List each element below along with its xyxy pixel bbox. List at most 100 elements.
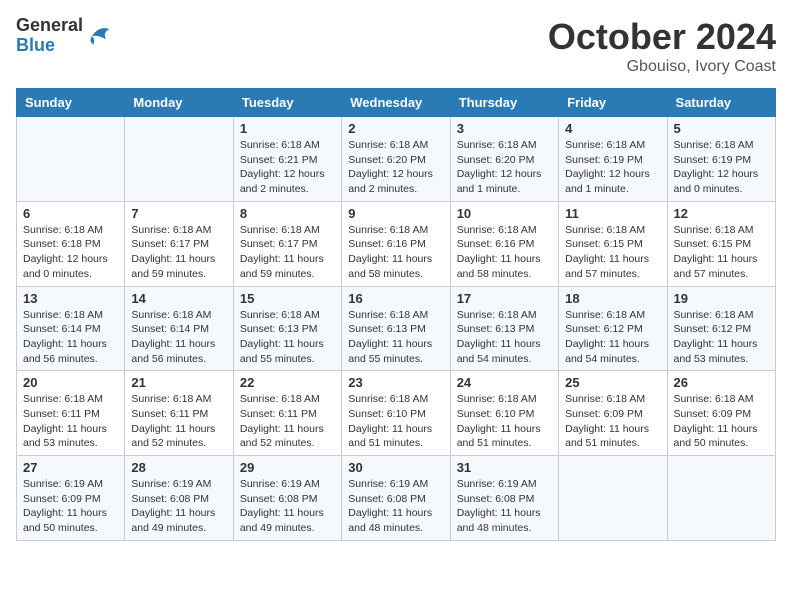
day-info: Sunrise: 6:18 AM Sunset: 6:17 PM Dayligh… [131, 223, 226, 282]
day-number: 8 [240, 206, 335, 221]
day-number: 21 [131, 375, 226, 390]
day-info: Sunrise: 6:18 AM Sunset: 6:09 PM Dayligh… [565, 392, 660, 451]
day-info: Sunrise: 6:18 AM Sunset: 6:13 PM Dayligh… [240, 308, 335, 367]
day-number: 29 [240, 460, 335, 475]
day-info: Sunrise: 6:19 AM Sunset: 6:08 PM Dayligh… [240, 477, 335, 536]
day-info: Sunrise: 6:18 AM Sunset: 6:17 PM Dayligh… [240, 223, 335, 282]
calendar-cell: 12 Sunrise: 6:18 AM Sunset: 6:15 PM Dayli… [667, 201, 775, 286]
calendar-cell [559, 456, 667, 541]
logo-text: General Blue [16, 16, 83, 56]
day-number: 20 [23, 375, 118, 390]
calendar-cell: 7Sunrise: 6:18 AM Sunset: 6:17 PM Daylig… [125, 201, 233, 286]
calendar-cell: 16Sunrise: 6:18 AM Sunset: 6:13 PM Dayli… [342, 286, 450, 371]
weekday-header-monday: Monday [125, 89, 233, 117]
calendar-cell: 24 Sunrise: 6:18 AM Sunset: 6:10 PM Dayli… [450, 371, 558, 456]
calendar-cell: 11 Sunrise: 6:18 AM Sunset: 6:15 PM Dayli… [559, 201, 667, 286]
day-number: 31 [457, 460, 552, 475]
calendar-cell: 28 Sunrise: 6:19 AM Sunset: 6:08 PM Dayli… [125, 456, 233, 541]
logo-line2: Blue [16, 36, 83, 56]
weekday-header-wednesday: Wednesday [342, 89, 450, 117]
day-number: 23 [348, 375, 443, 390]
day-info: Sunrise: 6:18 AM Sunset: 6:19 PM Dayligh… [565, 138, 660, 197]
calendar-cell: 23 Sunrise: 6:18 AM Sunset: 6:10 PM Dayli… [342, 371, 450, 456]
day-info: Sunrise: 6:18 AM Sunset: 6:10 PM Dayligh… [457, 392, 552, 451]
day-number: 10 [457, 206, 552, 221]
title-block: October 2024 Gbouiso, Ivory Coast [548, 16, 776, 76]
calendar-cell: 20 Sunrise: 6:18 AM Sunset: 6:11 PM Dayli… [17, 371, 125, 456]
day-number: 1 [240, 121, 335, 136]
day-info: Sunrise: 6:18 AM Sunset: 6:15 PM Dayligh… [565, 223, 660, 282]
day-info: Sunrise: 6:18 AM Sunset: 6:15 PM Dayligh… [674, 223, 769, 282]
page-header: General Blue October 2024 Gbouiso, Ivory… [16, 16, 776, 76]
calendar-cell: 14 Sunrise: 6:18 AM Sunset: 6:14 PM Dayli… [125, 286, 233, 371]
calendar-cell: 30 Sunrise: 6:19 AM Sunset: 6:08 PM Dayli… [342, 456, 450, 541]
day-number: 24 [457, 375, 552, 390]
day-number: 17 [457, 291, 552, 306]
day-number: 14 [131, 291, 226, 306]
day-number: 15 [240, 291, 335, 306]
day-number: 4 [565, 121, 660, 136]
calendar-cell: 5Sunrise: 6:18 AM Sunset: 6:19 PM Daylig… [667, 117, 775, 202]
day-info: Sunrise: 6:19 AM Sunset: 6:08 PM Dayligh… [457, 477, 552, 536]
calendar-body: 1 Sunrise: 6:18 AM Sunset: 6:21 PM Daylig… [17, 117, 776, 541]
day-number: 25 [565, 375, 660, 390]
calendar-week-row: 20 Sunrise: 6:18 AM Sunset: 6:11 PM Dayli… [17, 371, 776, 456]
day-number: 5 [674, 121, 769, 136]
day-info: Sunrise: 6:18 AM Sunset: 6:12 PM Dayligh… [674, 308, 769, 367]
weekday-header-saturday: Saturday [667, 89, 775, 117]
calendar-cell: 15 Sunrise: 6:18 AM Sunset: 6:13 PM Dayli… [233, 286, 341, 371]
day-number: 30 [348, 460, 443, 475]
calendar-cell: 31 Sunrise: 6:19 AM Sunset: 6:08 PM Dayli… [450, 456, 558, 541]
day-info: Sunrise: 6:18 AM Sunset: 6:20 PM Dayligh… [348, 138, 443, 197]
calendar-week-row: 6 Sunrise: 6:18 AM Sunset: 6:18 PM Daylig… [17, 201, 776, 286]
logo-line1: General [16, 16, 83, 36]
calendar-week-row: 27Sunrise: 6:19 AM Sunset: 6:09 PM Dayli… [17, 456, 776, 541]
day-info: Sunrise: 6:18 AM Sunset: 6:11 PM Dayligh… [240, 392, 335, 451]
calendar-cell: 27Sunrise: 6:19 AM Sunset: 6:09 PM Dayli… [17, 456, 125, 541]
calendar-cell: 3Sunrise: 6:18 AM Sunset: 6:20 PM Daylig… [450, 117, 558, 202]
day-number: 12 [674, 206, 769, 221]
day-info: Sunrise: 6:18 AM Sunset: 6:13 PM Dayligh… [348, 308, 443, 367]
calendar-cell: 29 Sunrise: 6:19 AM Sunset: 6:08 PM Dayli… [233, 456, 341, 541]
day-info: Sunrise: 6:18 AM Sunset: 6:21 PM Dayligh… [240, 138, 335, 197]
day-info: Sunrise: 6:18 AM Sunset: 6:20 PM Dayligh… [457, 138, 552, 197]
day-info: Sunrise: 6:18 AM Sunset: 6:12 PM Dayligh… [565, 308, 660, 367]
calendar-cell: 17Sunrise: 6:18 AM Sunset: 6:13 PM Dayli… [450, 286, 558, 371]
weekday-header-thursday: Thursday [450, 89, 558, 117]
calendar-cell: 1 Sunrise: 6:18 AM Sunset: 6:21 PM Daylig… [233, 117, 341, 202]
day-info: Sunrise: 6:18 AM Sunset: 6:09 PM Dayligh… [674, 392, 769, 451]
calendar-cell: 25 Sunrise: 6:18 AM Sunset: 6:09 PM Dayli… [559, 371, 667, 456]
calendar-cell: 21 Sunrise: 6:18 AM Sunset: 6:11 PM Dayli… [125, 371, 233, 456]
day-info: Sunrise: 6:19 AM Sunset: 6:08 PM Dayligh… [131, 477, 226, 536]
day-info: Sunrise: 6:18 AM Sunset: 6:16 PM Dayligh… [348, 223, 443, 282]
day-info: Sunrise: 6:19 AM Sunset: 6:08 PM Dayligh… [348, 477, 443, 536]
day-info: Sunrise: 6:19 AM Sunset: 6:09 PM Dayligh… [23, 477, 118, 536]
calendar-header: SundayMondayTuesdayWednesdayThursdayFrid… [17, 89, 776, 117]
day-number: 2 [348, 121, 443, 136]
calendar-cell: 19Sunrise: 6:18 AM Sunset: 6:12 PM Dayli… [667, 286, 775, 371]
calendar-week-row: 1 Sunrise: 6:18 AM Sunset: 6:21 PM Daylig… [17, 117, 776, 202]
day-info: Sunrise: 6:18 AM Sunset: 6:10 PM Dayligh… [348, 392, 443, 451]
weekday-header-tuesday: Tuesday [233, 89, 341, 117]
calendar-cell: 2 Sunrise: 6:18 AM Sunset: 6:20 PM Daylig… [342, 117, 450, 202]
calendar-cell: 4 Sunrise: 6:18 AM Sunset: 6:19 PM Daylig… [559, 117, 667, 202]
day-info: Sunrise: 6:18 AM Sunset: 6:14 PM Dayligh… [23, 308, 118, 367]
day-number: 11 [565, 206, 660, 221]
calendar-cell: 22Sunrise: 6:18 AM Sunset: 6:11 PM Dayli… [233, 371, 341, 456]
day-info: Sunrise: 6:18 AM Sunset: 6:18 PM Dayligh… [23, 223, 118, 282]
day-number: 6 [23, 206, 118, 221]
day-number: 28 [131, 460, 226, 475]
calendar-table: SundayMondayTuesdayWednesdayThursdayFrid… [16, 88, 776, 541]
day-info: Sunrise: 6:18 AM Sunset: 6:11 PM Dayligh… [23, 392, 118, 451]
calendar-cell: 8 Sunrise: 6:18 AM Sunset: 6:17 PM Daylig… [233, 201, 341, 286]
calendar-title: October 2024 [548, 16, 776, 58]
logo-bird-icon [85, 22, 113, 50]
calendar-cell: 13 Sunrise: 6:18 AM Sunset: 6:14 PM Dayli… [17, 286, 125, 371]
calendar-cell: 26Sunrise: 6:18 AM Sunset: 6:09 PM Dayli… [667, 371, 775, 456]
day-number: 13 [23, 291, 118, 306]
day-number: 18 [565, 291, 660, 306]
day-info: Sunrise: 6:18 AM Sunset: 6:11 PM Dayligh… [131, 392, 226, 451]
day-info: Sunrise: 6:18 AM Sunset: 6:14 PM Dayligh… [131, 308, 226, 367]
day-number: 9 [348, 206, 443, 221]
weekday-header-friday: Friday [559, 89, 667, 117]
